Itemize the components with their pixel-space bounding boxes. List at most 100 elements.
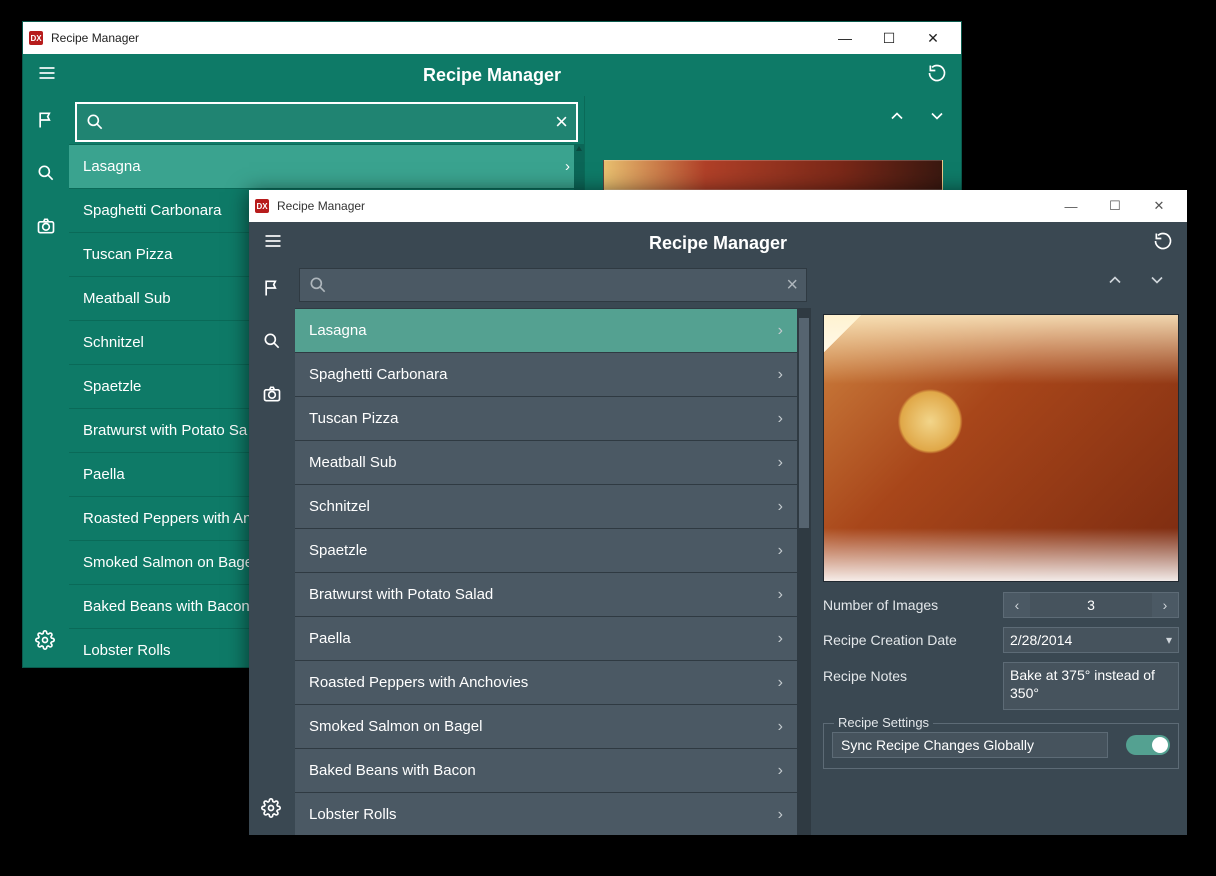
- spinner-increment[interactable]: ›: [1152, 593, 1178, 617]
- list-item-label: Meatball Sub: [83, 290, 171, 307]
- window-dark: DX Recipe Manager — ☐ ✕ Recipe Manager ×: [249, 190, 1187, 835]
- sync-toggle[interactable]: [1126, 735, 1170, 755]
- app-title: Recipe Manager: [283, 233, 1153, 254]
- list-item[interactable]: Roasted Peppers with Anchovies›: [295, 660, 797, 704]
- clear-icon[interactable]: ×: [786, 274, 798, 297]
- list-item[interactable]: Meatball Sub ›: [295, 440, 797, 484]
- spinner-decrement[interactable]: ‹: [1004, 593, 1030, 617]
- refresh-icon[interactable]: [927, 63, 947, 88]
- creation-date-value: 2/28/2014: [1010, 632, 1072, 648]
- camera-icon[interactable]: [262, 384, 282, 409]
- list-item-label: Bratwurst with Potato Sa: [83, 422, 247, 439]
- scrollbar-thumb[interactable]: [799, 318, 809, 528]
- list-item[interactable]: Lasagna ›: [69, 144, 584, 188]
- search-box[interactable]: ×: [75, 102, 578, 142]
- nav-arrows: [1105, 270, 1167, 295]
- detail-pane: Number of Images ‹ 3 › Recipe Creation D…: [811, 264, 1187, 835]
- recipe-image: [603, 160, 943, 190]
- recipe-list[interactable]: Lasagna › Spaghetti Carbonara › Tuscan Piz…: [295, 308, 811, 835]
- app-header: Recipe Manager: [23, 54, 961, 96]
- chevron-up-icon[interactable]: [887, 106, 907, 131]
- list-item[interactable]: Schnitzel ›: [295, 484, 797, 528]
- chevron-right-icon: ›: [778, 498, 783, 516]
- nav-arrows: [887, 106, 947, 131]
- list-item-label: Tuscan Pizza: [309, 410, 398, 427]
- list-item-label: Spaghetti Carbonara: [309, 366, 447, 383]
- list-item-label: Paella: [83, 466, 125, 483]
- chevron-right-icon: ›: [778, 674, 783, 692]
- app-icon: DX: [255, 199, 269, 213]
- list-item-label: Schnitzel: [83, 334, 144, 351]
- list-item[interactable]: Bratwurst with Potato Salad›: [295, 572, 797, 616]
- search-input[interactable]: [113, 114, 555, 131]
- chevron-right-icon: ›: [778, 542, 783, 560]
- chevron-up-icon[interactable]: [1105, 270, 1125, 295]
- chevron-right-icon: ›: [778, 806, 783, 824]
- list-item[interactable]: Paella›: [295, 616, 797, 660]
- list-item-label: Smoked Salmon on Bage: [83, 554, 253, 571]
- search-icon[interactable]: [36, 163, 56, 188]
- titlebar: DX Recipe Manager — ☐ ✕: [23, 22, 961, 54]
- camera-icon[interactable]: [36, 216, 56, 241]
- notes-label: Recipe Notes: [823, 662, 1003, 684]
- list-item-label: Meatball Sub: [309, 454, 397, 471]
- close-button[interactable]: ✕: [911, 30, 955, 47]
- chevron-right-icon: ›: [778, 454, 783, 472]
- search-input[interactable]: [336, 277, 786, 293]
- list-item-label: Roasted Peppers with An: [83, 510, 251, 527]
- list-item[interactable]: Baked Beans with Bacon ›: [295, 748, 797, 792]
- side-rail: [249, 264, 295, 835]
- flag-icon[interactable]: [262, 278, 282, 303]
- maximize-button[interactable]: ☐: [1093, 198, 1137, 214]
- menu-icon[interactable]: [37, 63, 57, 88]
- sync-label: Sync Recipe Changes Globally: [841, 737, 1034, 753]
- list-item-label: Spaetzle: [83, 378, 141, 395]
- num-images-spinner[interactable]: ‹ 3 ›: [1003, 592, 1179, 618]
- maximize-button[interactable]: ☐: [867, 30, 911, 47]
- recipe-image: [823, 314, 1179, 582]
- list-item-label: Lobster Rolls: [83, 642, 171, 659]
- titlebar: DX Recipe Manager — ☐ ✕: [249, 190, 1187, 222]
- flag-icon[interactable]: [36, 110, 56, 135]
- recipe-settings-group: Recipe Settings Sync Recipe Changes Glob…: [823, 723, 1179, 769]
- creation-date-picker[interactable]: 2/28/2014 ▾: [1003, 627, 1179, 653]
- chevron-down-icon[interactable]: [927, 106, 947, 131]
- chevron-down-icon: ▾: [1166, 633, 1172, 647]
- gear-icon[interactable]: [35, 630, 55, 655]
- list-item[interactable]: Tuscan Pizza›: [295, 396, 797, 440]
- chevron-down-icon[interactable]: [1147, 270, 1167, 295]
- list-item[interactable]: Smoked Salmon on Bagel›: [295, 704, 797, 748]
- list-item-label: Baked Beans with Bacon: [309, 762, 476, 779]
- list-item-label: Bratwurst with Potato Salad: [309, 586, 493, 603]
- app-title: Recipe Manager: [57, 65, 927, 86]
- chevron-right-icon: ›: [778, 762, 783, 780]
- list-item-label: Schnitzel: [309, 498, 370, 515]
- list-item-label: Lobster Rolls: [309, 806, 397, 823]
- refresh-icon[interactable]: [1153, 231, 1173, 256]
- gear-icon[interactable]: [261, 798, 281, 823]
- menu-icon[interactable]: [263, 231, 283, 256]
- close-button[interactable]: ✕: [1137, 198, 1181, 214]
- list-item[interactable]: Spaetzle›: [295, 528, 797, 572]
- recipe-form: Number of Images ‹ 3 › Recipe Creation D…: [823, 592, 1179, 769]
- chevron-right-icon: ›: [778, 630, 783, 648]
- list-item-label: Lasagna: [83, 158, 141, 175]
- list-item[interactable]: Lobster Rolls ›: [295, 792, 797, 835]
- list-item[interactable]: Spaghetti Carbonara ›: [295, 352, 797, 396]
- chevron-right-icon: ›: [565, 158, 570, 175]
- minimize-button[interactable]: —: [1049, 199, 1093, 214]
- list-item[interactable]: Lasagna ›: [295, 308, 797, 352]
- search-box[interactable]: ×: [299, 268, 807, 302]
- chevron-right-icon: ›: [778, 322, 783, 340]
- app-header: Recipe Manager: [249, 222, 1187, 264]
- clear-icon[interactable]: ×: [555, 109, 568, 135]
- list-item-label: Tuscan Pizza: [83, 246, 172, 263]
- sync-label-box: Sync Recipe Changes Globally: [832, 732, 1108, 758]
- notes-textarea[interactable]: Bake at 375° instead of 350°: [1003, 662, 1179, 710]
- scrollbar[interactable]: [797, 308, 811, 835]
- minimize-button[interactable]: —: [823, 30, 867, 46]
- list-item-label: Lasagna: [309, 322, 367, 339]
- chevron-right-icon: ›: [778, 366, 783, 384]
- num-images-label: Number of Images: [823, 597, 1003, 613]
- search-icon[interactable]: [262, 331, 282, 356]
